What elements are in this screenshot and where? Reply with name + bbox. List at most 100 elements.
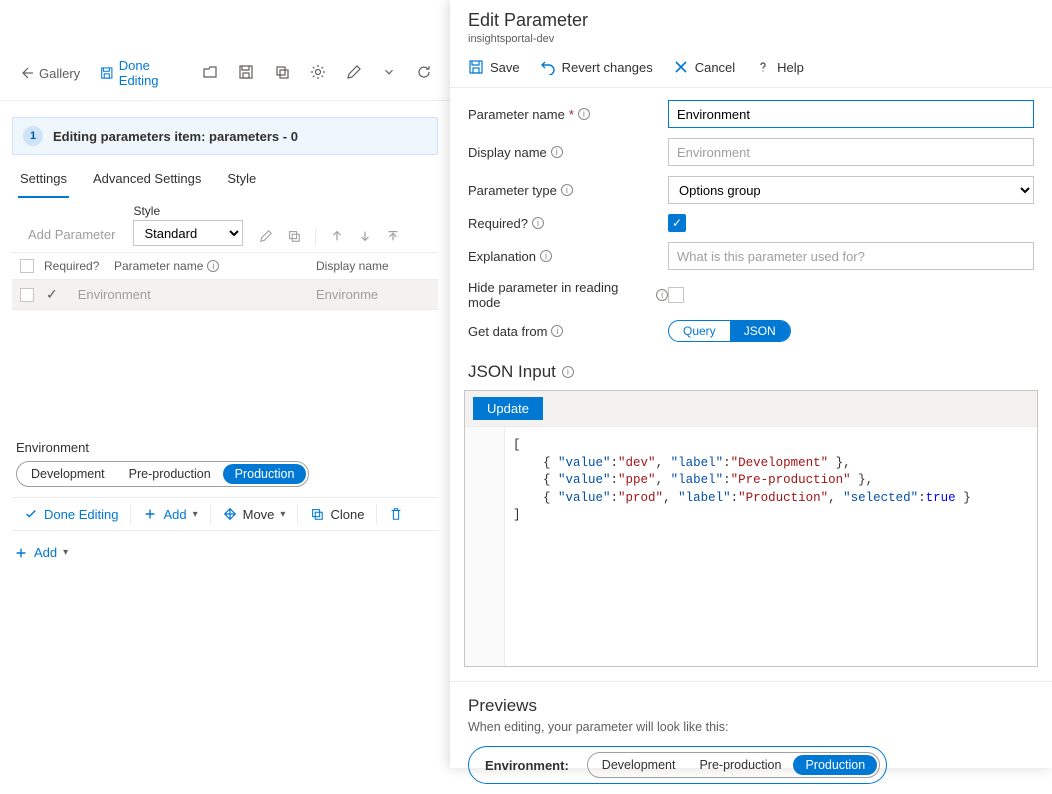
plus-icon — [14, 546, 28, 560]
revert-button[interactable]: Revert changes — [540, 59, 653, 75]
table-row[interactable]: ✓ Environment Environme — [12, 280, 438, 310]
save-icon — [468, 59, 484, 75]
select-all-checkbox[interactable] — [20, 259, 34, 273]
row-checkbox[interactable] — [20, 288, 34, 302]
option-pre-production[interactable]: Pre-production — [117, 464, 223, 484]
clone-icon — [310, 507, 324, 521]
gallery-button[interactable]: Gallery — [12, 61, 86, 85]
info-icon[interactable]: i — [551, 146, 563, 158]
tab-advanced-settings[interactable]: Advanced Settings — [91, 165, 203, 198]
previews-section: Previews When editing, your parameter wi… — [450, 681, 1052, 794]
seg-json[interactable]: JSON — [730, 321, 790, 341]
editor-tabs: Settings Advanced Settings Style — [12, 155, 438, 198]
info-icon[interactable]: i — [540, 250, 552, 262]
seg-query[interactable]: Query — [669, 321, 730, 341]
json-input-card: Update [ { "value":"dev", "label":"Devel… — [464, 390, 1038, 667]
info-icon[interactable]: i — [551, 325, 563, 337]
style-label: Style — [133, 204, 243, 218]
preview-options-group: Development Pre-production Production — [587, 752, 880, 778]
env-label: Environment — [16, 440, 434, 455]
previews-note: When editing, your parameter will look l… — [468, 720, 1034, 734]
info-icon[interactable]: i — [562, 366, 574, 378]
preview-box: Environment: Development Pre-production … — [468, 746, 887, 784]
row-param-name: Environment — [78, 287, 151, 302]
global-add-button[interactable]: Add ▾ — [0, 531, 450, 574]
info-icon[interactable]: i — [656, 289, 668, 301]
chevron-down-icon: ▾ — [193, 509, 198, 520]
save-disk-icon[interactable] — [232, 60, 260, 87]
env-options-group: Development Pre-production Production — [16, 461, 309, 487]
label-hide: Hide parameter in reading mode — [468, 280, 652, 310]
col-required: Required? — [44, 259, 99, 273]
item-toolbar: Done Editing Add ▾ Move ▾ Clone — [12, 497, 438, 531]
main-toolbar: Gallery Done Editing — [0, 46, 450, 101]
item-number-badge: 1 — [23, 126, 43, 146]
clone-item-button[interactable]: Clone — [304, 505, 370, 524]
tab-style[interactable]: Style — [225, 165, 258, 198]
open-icon[interactable] — [196, 60, 224, 87]
separator — [315, 228, 316, 246]
environment-display: Environment Development Pre-production P… — [16, 440, 434, 487]
param-name-input[interactable] — [668, 100, 1034, 128]
edit-pencil-icon[interactable] — [340, 60, 368, 87]
params-table-head: Required? Parameter namei Display name — [12, 252, 438, 280]
param-type-select[interactable]: Options group — [668, 176, 1034, 204]
tab-settings[interactable]: Settings — [18, 165, 69, 198]
preview-option-production[interactable]: Production — [793, 755, 877, 775]
chevron-down-icon: ▾ — [280, 509, 285, 520]
close-icon — [673, 59, 689, 75]
info-icon[interactable]: i — [532, 217, 544, 229]
chevron-down-icon[interactable] — [376, 61, 402, 86]
move-icon — [223, 507, 237, 521]
add-item-button[interactable]: Add ▾ — [137, 505, 203, 524]
panel-command-bar: Save Revert changes Cancel Help — [450, 49, 1052, 88]
move-down-icon[interactable] — [358, 229, 372, 246]
copy-stack-icon[interactable] — [268, 60, 296, 87]
move-top-icon[interactable] — [386, 229, 400, 246]
gallery-label: Gallery — [39, 66, 80, 81]
delete-item-button[interactable] — [383, 505, 409, 523]
label-display-name: Display name — [468, 145, 547, 160]
cancel-button[interactable]: Cancel — [673, 59, 735, 75]
done-editing-label: Done Editing — [119, 58, 182, 88]
display-name-input[interactable] — [668, 138, 1034, 166]
settings-gear-icon[interactable] — [304, 60, 332, 87]
row-display-name: Environme — [316, 287, 378, 302]
update-button[interactable]: Update — [473, 397, 543, 420]
info-icon[interactable]: i — [578, 108, 590, 120]
style-select[interactable]: Standard — [133, 220, 243, 246]
info-icon[interactable]: i — [207, 260, 219, 272]
undo-icon — [540, 59, 556, 75]
move-up-icon[interactable] — [330, 229, 344, 246]
edit-icon[interactable] — [259, 229, 273, 246]
arrow-left-icon — [18, 65, 34, 81]
save-button[interactable]: Save — [468, 59, 520, 75]
preview-option-development[interactable]: Development — [590, 755, 688, 775]
check-icon — [24, 507, 38, 521]
hide-checkbox[interactable] — [668, 287, 684, 303]
info-icon[interactable]: i — [561, 184, 573, 196]
json-editor[interactable]: [ { "value":"dev", "label":"Development"… — [465, 426, 1037, 666]
refresh-icon[interactable] — [410, 60, 438, 87]
explanation-input[interactable] — [668, 242, 1034, 270]
preview-label: Environment: — [485, 758, 569, 773]
col-display-name: Display name — [316, 259, 389, 273]
label-required: Required? — [468, 216, 528, 231]
done-editing-top-button[interactable]: Done Editing — [94, 54, 188, 92]
add-parameter-button[interactable]: Add Parameter — [18, 223, 125, 246]
move-item-button[interactable]: Move ▾ — [217, 505, 292, 524]
copy-icon[interactable] — [287, 229, 301, 246]
parameters-editor-card: 1 Editing parameters item: parameters - … — [12, 117, 438, 531]
help-button[interactable]: Help — [755, 59, 804, 75]
card-header: 1 Editing parameters item: parameters - … — [12, 117, 438, 155]
option-development[interactable]: Development — [19, 464, 117, 484]
panel-subtitle: insightsportal-dev — [468, 33, 1034, 45]
label-explanation: Explanation — [468, 249, 536, 264]
previews-title: Previews — [468, 696, 1034, 716]
option-production[interactable]: Production — [223, 464, 307, 484]
required-checkbox[interactable]: ✓ — [668, 214, 686, 232]
json-input-header: JSON Input i — [450, 358, 1052, 382]
done-editing-item-button[interactable]: Done Editing — [18, 505, 124, 524]
preview-option-pre-production[interactable]: Pre-production — [687, 755, 793, 775]
chevron-down-icon: ▾ — [63, 547, 68, 558]
